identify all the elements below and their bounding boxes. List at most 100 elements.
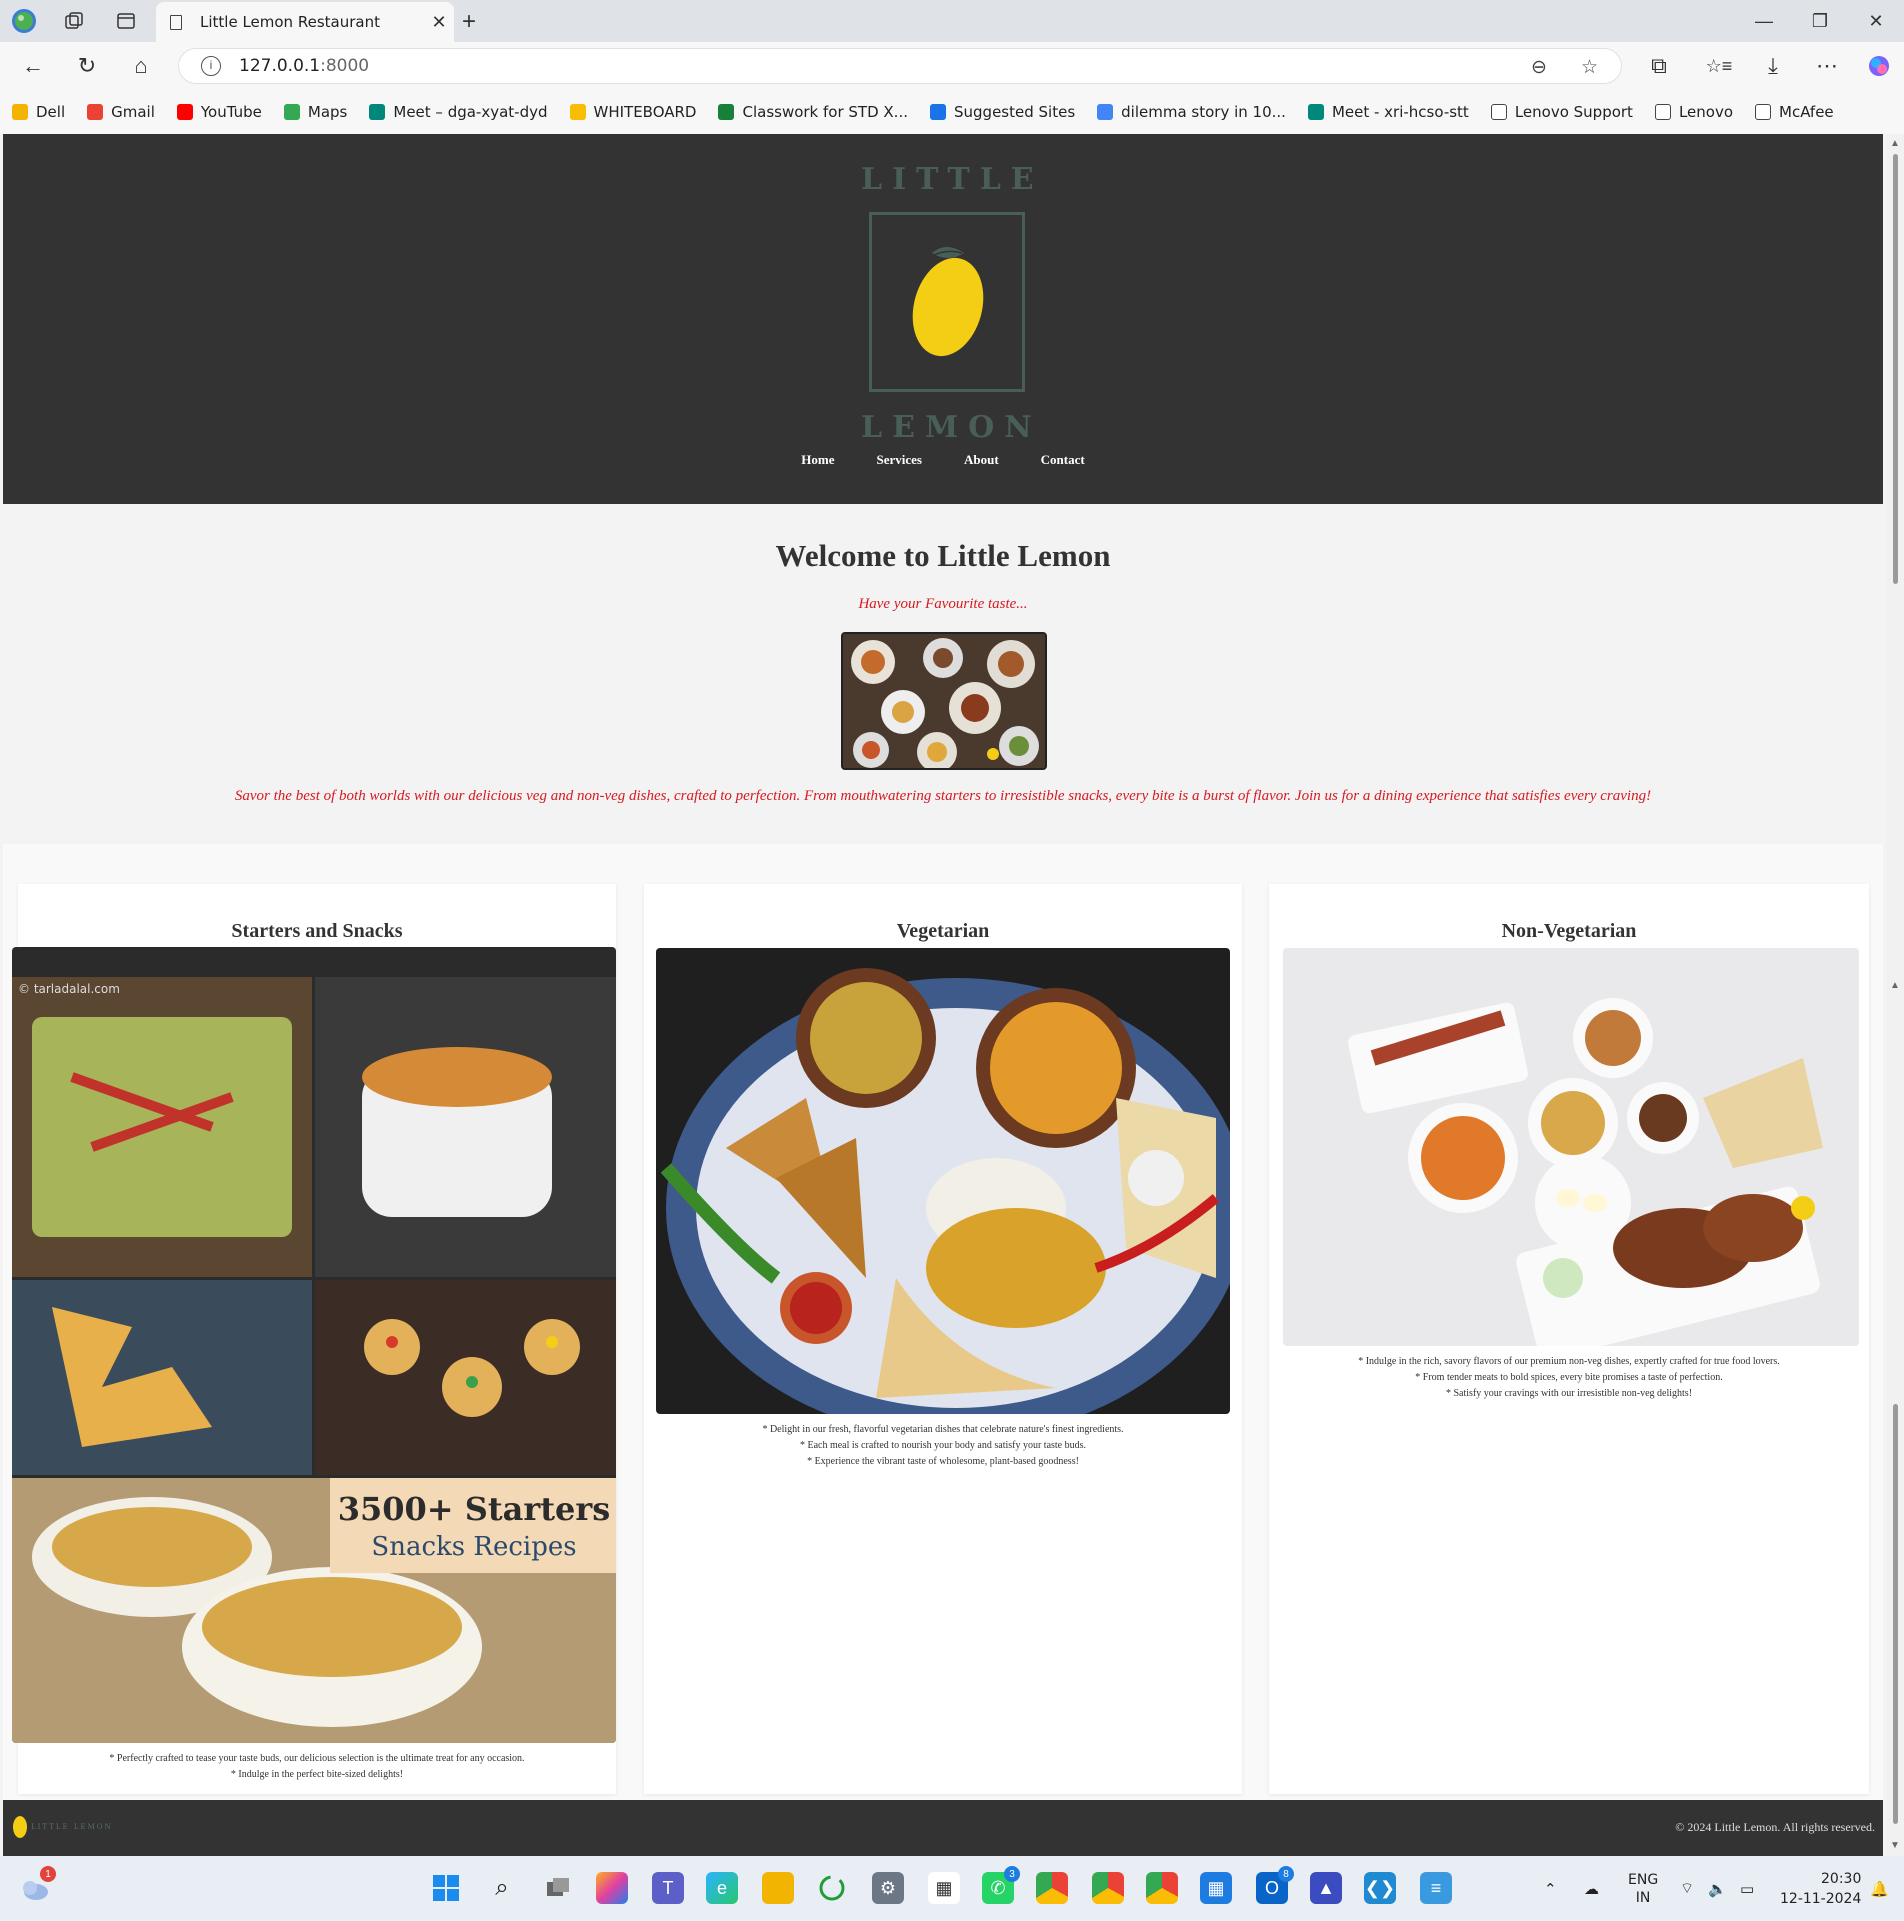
- site-info-icon[interactable]: i: [201, 56, 221, 76]
- favorites-icon[interactable]: ☆≡: [1704, 52, 1734, 80]
- edge-icon[interactable]: e: [706, 1872, 738, 1904]
- whatsapp-icon[interactable]: ✆ 3: [982, 1866, 1020, 1904]
- bookmark-item[interactable]: Dell: [12, 103, 65, 121]
- restore-button[interactable]: ❐: [1792, 6, 1848, 36]
- notepad-icon[interactable]: ≡: [1420, 1872, 1452, 1904]
- refresh-app-icon[interactable]: [816, 1872, 848, 1904]
- bookmark-label: Meet - xri-hcso-stt: [1331, 103, 1469, 121]
- show-hidden-icons[interactable]: ⌃: [1544, 1856, 1557, 1921]
- bookmark-item[interactable]: dilemma story in 10...: [1097, 103, 1286, 121]
- wifi-icon[interactable]: ⌔: [1680, 1856, 1694, 1921]
- chrome-icon[interactable]: [1092, 1872, 1124, 1904]
- bookmark-item[interactable]: Maps: [283, 103, 347, 121]
- bookmark-icon: [369, 104, 386, 120]
- chrome-icon[interactable]: [1146, 1872, 1178, 1904]
- onedrive-icon[interactable]: ☁: [1584, 1856, 1599, 1921]
- bookmark-label: Suggested Sites: [954, 103, 1076, 121]
- outlook-badge: 8: [1278, 1866, 1294, 1882]
- notification-bell-icon[interactable]: 🔔: [1870, 1856, 1889, 1921]
- note-line: * Delight in our fresh, flavorful vegeta…: [762, 1424, 1124, 1435]
- whatsapp-badge: 3: [1004, 1866, 1020, 1882]
- minimize-button[interactable]: —: [1736, 6, 1792, 36]
- bookmark-label: dilemma story in 10...: [1121, 103, 1286, 121]
- card-title: Vegetarian: [896, 920, 990, 942]
- clock[interactable]: 20:30 12-11-2024: [1780, 1856, 1861, 1921]
- note-line: * From tender meats to bold spices, ever…: [1415, 1372, 1723, 1383]
- logo-text-bottom: LEMON: [861, 410, 1042, 445]
- active-tab[interactable]: Little Lemon Restaurant ✕: [156, 2, 454, 42]
- page-scrollbar[interactable]: ▲ ▲ ▼: [1886, 134, 1904, 1856]
- bookmark-item[interactable]: Lenovo: [1654, 103, 1733, 121]
- volume-icon[interactable]: 🔈: [1708, 1856, 1727, 1921]
- settings-icon[interactable]: ⚙: [872, 1872, 904, 1904]
- battery-icon[interactable]: ▭: [1740, 1856, 1754, 1921]
- bookmark-label: Meet – dga-xyat-dyd: [393, 103, 548, 121]
- bookmark-icon: [87, 104, 104, 120]
- file-explorer-icon[interactable]: [762, 1872, 794, 1904]
- start-icon[interactable]: [430, 1872, 462, 1904]
- bookmark-item[interactable]: Meet - xri-hcso-stt: [1307, 103, 1469, 121]
- bookmark-icon: [718, 104, 735, 120]
- bookmark-item[interactable]: Suggested Sites: [930, 103, 1075, 121]
- chrome-icon[interactable]: [1036, 1872, 1068, 1904]
- bookmark-item[interactable]: McAfee: [1755, 103, 1834, 121]
- store-icon[interactable]: ▦: [928, 1872, 960, 1904]
- vegetarian-image: [656, 948, 1230, 1414]
- back-icon[interactable]: ←: [18, 52, 48, 80]
- footer-logo[interactable]: LITTLE LEMON: [13, 1816, 113, 1838]
- bookmark-icon: [1490, 104, 1507, 120]
- card-vegetarian: Vegetarian * Delight in our fresh, flavo…: [644, 884, 1242, 1794]
- bookmark-item[interactable]: WHITEBOARD: [569, 103, 696, 121]
- card-notes: * Delight in our fresh, flavorful vegeta…: [644, 1422, 1242, 1470]
- outlook-icon[interactable]: O 8: [1256, 1866, 1294, 1904]
- vertical-tabs-icon[interactable]: [112, 8, 140, 34]
- workspaces-icon[interactable]: [60, 8, 88, 34]
- bookmark-item[interactable]: Classwork for STD X...: [718, 103, 908, 121]
- bookmark-icon: [283, 104, 300, 120]
- more-options-icon[interactable]: ⋯: [1812, 52, 1842, 80]
- nav-about[interactable]: About: [964, 452, 999, 468]
- hero-tagline: Have your Favourite taste...: [858, 596, 1028, 612]
- downloads-icon[interactable]: ⤓: [1758, 52, 1788, 80]
- scroll-up-icon[interactable]: ▲: [1890, 138, 1900, 149]
- new-tab-button[interactable]: +: [462, 8, 476, 36]
- nav-services[interactable]: Services: [877, 452, 922, 468]
- scroll-thumb[interactable]: [1893, 1404, 1898, 1824]
- search-icon[interactable]: ⌕: [486, 1872, 518, 1904]
- copilot-app-icon[interactable]: [596, 1872, 628, 1904]
- little-lemon-logo[interactable]: LITTLE LEMON: [861, 162, 1042, 447]
- card-starters: Starters and Snacks © tarladalal.com 350…: [12, 884, 616, 1794]
- url-input[interactable]: i 127.0.0.1:8000 ⊖ ☆: [178, 48, 1622, 84]
- bookmark-label: Dell: [36, 103, 66, 121]
- bookmark-icon: [1755, 104, 1771, 120]
- card-notes: * Perfectly crafted to tease your taste …: [18, 1751, 616, 1783]
- close-tab-icon[interactable]: ✕: [424, 12, 454, 33]
- calendar-icon[interactable]: ▦: [1200, 1872, 1232, 1904]
- refresh-icon[interactable]: ↻: [72, 52, 102, 80]
- hero-section: Welcome to Little Lemon Have your Favour…: [3, 504, 1883, 844]
- favorite-star-icon[interactable]: ☆: [1581, 49, 1598, 85]
- bookmark-item[interactable]: Meet – dga-xyat-dyd: [369, 103, 548, 121]
- copilot-icon[interactable]: [1864, 52, 1894, 80]
- app-icon[interactable]: ▲: [1310, 1872, 1342, 1904]
- extensions-icon[interactable]: ⧉: [1644, 52, 1674, 80]
- home-icon[interactable]: ⌂: [126, 52, 156, 80]
- nav-home[interactable]: Home: [801, 452, 834, 468]
- scroll-down-icon[interactable]: ▼: [1890, 1840, 1900, 1851]
- card-notes: * Indulge in the rich, savory flavors of…: [1269, 1354, 1869, 1402]
- teams-icon[interactable]: T: [652, 1872, 684, 1904]
- starters-image: © tarladalal.com 3500+ Starters Snacks R…: [12, 947, 616, 1743]
- task-view-icon[interactable]: [542, 1872, 574, 1904]
- close-window-button[interactable]: ✕: [1848, 6, 1904, 36]
- zoom-icon[interactable]: ⊖: [1531, 49, 1547, 85]
- vscode-icon[interactable]: ❮❯: [1364, 1872, 1396, 1904]
- profile-icon[interactable]: [10, 8, 38, 34]
- bookmark-item[interactable]: Gmail: [87, 103, 155, 121]
- bookmark-item[interactable]: Lenovo Support: [1490, 103, 1633, 121]
- starters-image-text-2: Snacks Recipes: [371, 1532, 576, 1562]
- bookmark-item[interactable]: YouTube: [176, 103, 262, 121]
- language-indicator[interactable]: ENG IN: [1628, 1856, 1658, 1921]
- weather-icon[interactable]: 1: [18, 1866, 56, 1904]
- nav-contact[interactable]: Contact: [1041, 452, 1085, 468]
- scroll-thumb[interactable]: [1893, 154, 1898, 584]
